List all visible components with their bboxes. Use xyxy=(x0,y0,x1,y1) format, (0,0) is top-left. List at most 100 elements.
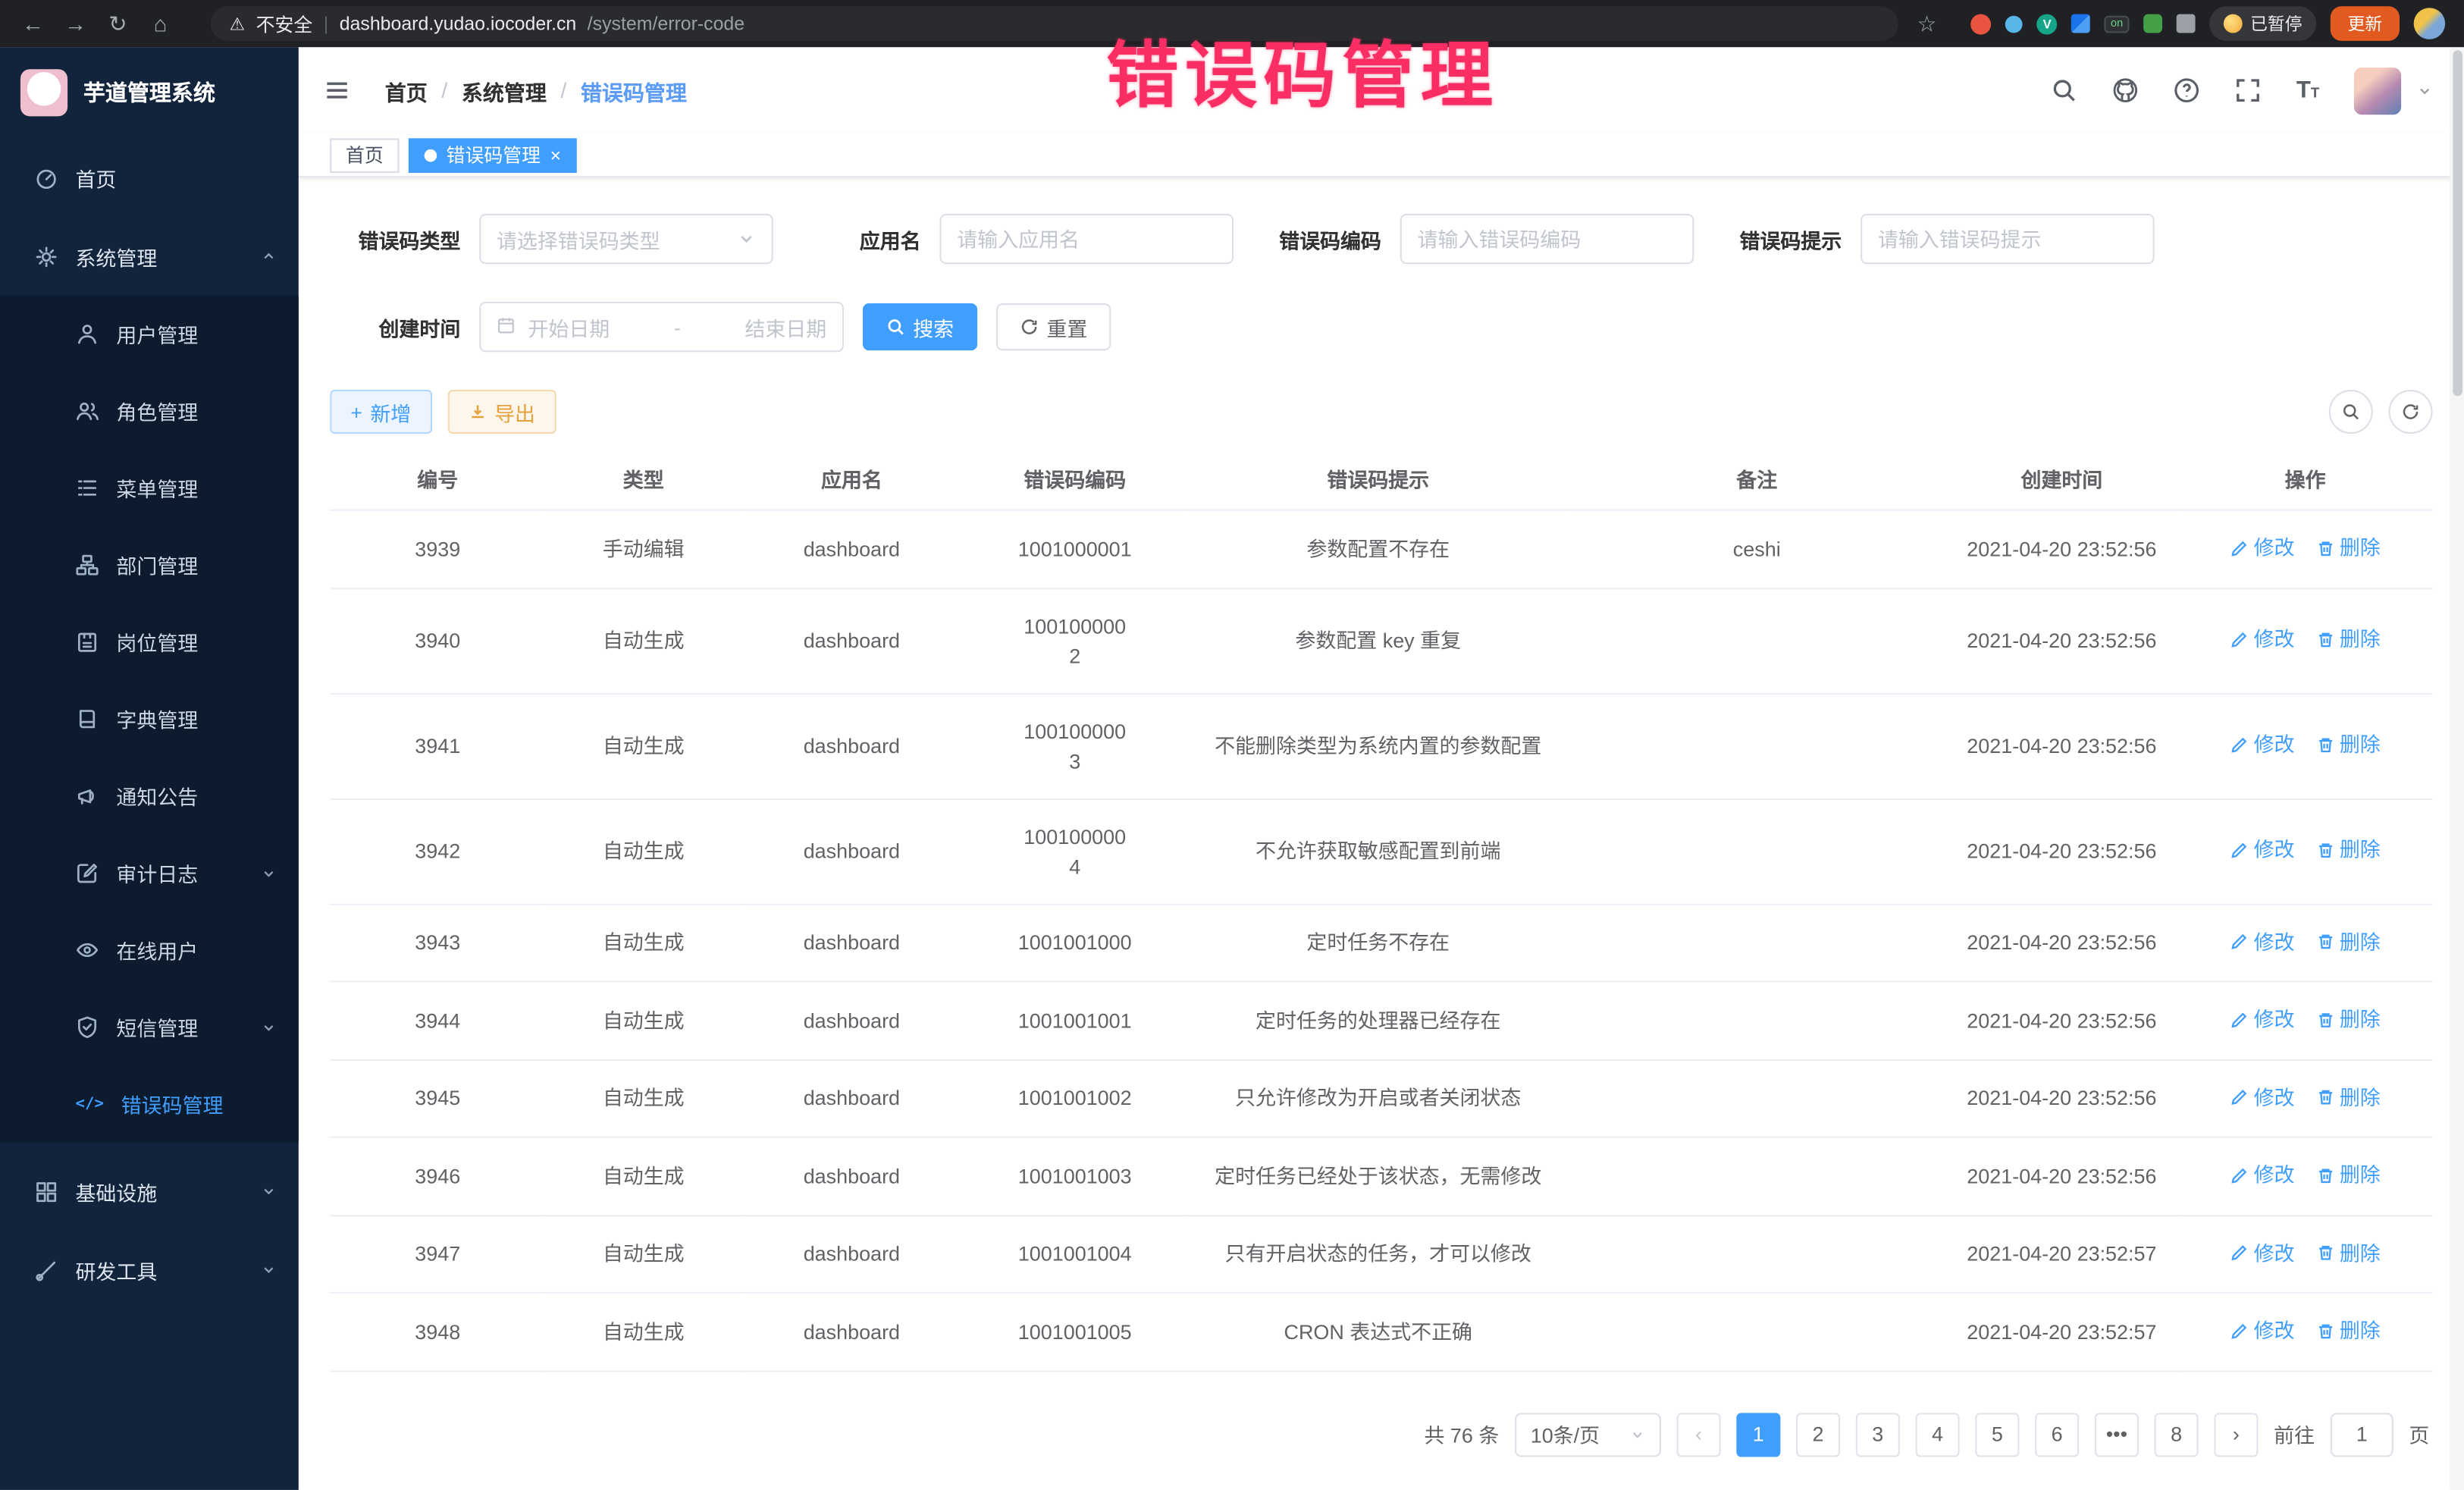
tab-error-codes[interactable]: 错误码管理 × xyxy=(409,137,577,172)
sidebar-item-dictionary[interactable]: 字典管理 xyxy=(0,680,299,758)
font-size-icon[interactable]: TT xyxy=(2296,77,2319,104)
browser-forward-icon[interactable]: → xyxy=(61,0,89,47)
sidebar-item-system[interactable]: 系统管理 xyxy=(0,217,299,296)
page-size-select[interactable]: 10条/页 xyxy=(1515,1412,1661,1456)
paused-badge[interactable]: 已暂停 xyxy=(2209,6,2316,41)
page-number-button[interactable]: 2 xyxy=(1796,1412,1840,1456)
add-button[interactable]: + 新增 xyxy=(330,390,431,434)
hamburger-icon[interactable] xyxy=(324,77,350,104)
app-name-input[interactable] xyxy=(957,227,1216,251)
show-search-toggle-button[interactable] xyxy=(2329,390,2373,434)
delete-link-label: 删除 xyxy=(2340,835,2381,864)
sidebar-item-online-users[interactable]: 在线用户 xyxy=(0,911,299,989)
extension-red-icon[interactable] xyxy=(1971,14,1992,34)
cell-operations: 修改 删除 xyxy=(2178,588,2433,693)
page-number-button[interactable]: 6 xyxy=(2035,1412,2079,1456)
help-icon[interactable] xyxy=(2174,77,2200,104)
bookmark-star-icon[interactable]: ☆ xyxy=(1913,0,1941,47)
tab-close-icon[interactable]: × xyxy=(550,146,562,165)
search-icon[interactable] xyxy=(2052,77,2078,104)
tab-home[interactable]: 首页 xyxy=(330,137,399,172)
delete-link[interactable]: 删除 xyxy=(2316,624,2381,654)
error-hint-field[interactable] xyxy=(1861,214,2155,264)
breadcrumb-home[interactable]: 首页 xyxy=(385,74,428,105)
error-code-input[interactable] xyxy=(1418,227,1677,251)
next-page-button[interactable]: › xyxy=(2214,1412,2258,1456)
column-header-ops: 操作 xyxy=(2178,453,2433,510)
edit-link[interactable]: 修改 xyxy=(2230,533,2295,563)
sidebar-item-home[interactable]: 首页 xyxy=(0,138,299,217)
extension-teal-check-icon[interactable]: V xyxy=(2037,14,2058,34)
export-button[interactable]: 导出 xyxy=(447,390,556,434)
system-submenu: 用户管理 角色管理 菜单管理 部门管理 岗位管理 字典管理 xyxy=(0,296,299,1143)
edit-link[interactable]: 修改 xyxy=(2230,1237,2295,1267)
delete-link[interactable]: 删除 xyxy=(2316,1316,2381,1345)
edit-link[interactable]: 修改 xyxy=(2230,729,2295,759)
sidebar-item-notices[interactable]: 通知公告 xyxy=(0,758,299,835)
scrollbar-thumb[interactable] xyxy=(2452,50,2461,396)
sidebar-item-audit-logs[interactable]: 审计日志 xyxy=(0,835,299,912)
app-name-field[interactable] xyxy=(939,214,1234,264)
goto-page-input[interactable] xyxy=(2331,1412,2393,1456)
extension-blue-icon[interactable] xyxy=(2005,15,2023,33)
delete-link[interactable]: 删除 xyxy=(2316,729,2381,759)
error-code-field[interactable] xyxy=(1400,214,1694,264)
extensions-puzzle-icon[interactable] xyxy=(2177,14,2196,33)
browser-update-button[interactable]: 更新 xyxy=(2331,6,2400,41)
cell-operations: 修改 删除 xyxy=(2178,693,2433,798)
edit-link[interactable]: 修改 xyxy=(2230,1004,2295,1034)
delete-link[interactable]: 删除 xyxy=(2316,533,2381,563)
sidebar-item-sms[interactable]: 短信管理 xyxy=(0,989,299,1066)
browser-profile-avatar[interactable] xyxy=(2414,8,2445,39)
browser-home-icon[interactable]: ⌂ xyxy=(146,0,174,47)
error-type-select[interactable]: 请选择错误码类型 xyxy=(479,214,773,264)
search-button[interactable]: 搜索 xyxy=(863,303,977,350)
sidebar-item-infrastructure[interactable]: 基础设施 xyxy=(0,1152,299,1231)
browser-back-icon[interactable]: ← xyxy=(19,0,47,47)
page-number-button[interactable]: 5 xyxy=(1975,1412,2019,1456)
sidebar-item-menus[interactable]: 菜单管理 xyxy=(0,450,299,527)
delete-link[interactable]: 删除 xyxy=(2316,1004,2381,1034)
avatar-caret-down-icon[interactable] xyxy=(2417,83,2433,99)
delete-link[interactable]: 删除 xyxy=(2316,1082,2381,1112)
page-number-button[interactable]: 1 xyxy=(1736,1412,1780,1456)
reset-button[interactable]: 重置 xyxy=(996,303,1111,350)
edit-link[interactable]: 修改 xyxy=(2230,927,2295,956)
app-logo[interactable]: 芋道管理系统 xyxy=(0,47,299,138)
cell-type: 自动生成 xyxy=(545,1059,741,1137)
sidebar-item-dev-tools[interactable]: 研发工具 xyxy=(0,1231,299,1310)
browser-reload-icon[interactable]: ↻ xyxy=(104,0,132,47)
delete-link[interactable]: 删除 xyxy=(2316,1160,2381,1190)
sidebar-item-users[interactable]: 用户管理 xyxy=(0,296,299,373)
sidebar-item-roles[interactable]: 角色管理 xyxy=(0,372,299,450)
user-avatar[interactable] xyxy=(2354,67,2401,114)
github-icon[interactable] xyxy=(2112,77,2139,104)
extension-proxy-on-icon[interactable]: on xyxy=(2105,15,2130,33)
date-range-picker[interactable]: 开始日期 - 结束日期 xyxy=(479,302,844,352)
sidebar-item-error-codes[interactable]: </> 错误码管理 xyxy=(0,1065,299,1143)
refresh-button[interactable] xyxy=(2389,390,2433,434)
edit-link[interactable]: 修改 xyxy=(2230,1160,2295,1190)
page-number-button[interactable]: ••• xyxy=(2095,1412,2139,1456)
delete-link[interactable]: 删除 xyxy=(2316,927,2381,956)
sidebar-item-posts[interactable]: 岗位管理 xyxy=(0,604,299,681)
page-scrollbar[interactable] xyxy=(2450,47,2464,1490)
delete-link[interactable]: 删除 xyxy=(2316,1237,2381,1267)
fullscreen-icon[interactable] xyxy=(2235,77,2262,104)
extension-grid-icon[interactable] xyxy=(2071,14,2090,33)
tab-label: 首页 xyxy=(346,142,384,168)
edit-link[interactable]: 修改 xyxy=(2230,624,2295,654)
sidebar-item-departments[interactable]: 部门管理 xyxy=(0,526,299,604)
extension-green-icon[interactable] xyxy=(2143,14,2162,33)
edit-link[interactable]: 修改 xyxy=(2230,835,2295,864)
edit-link[interactable]: 修改 xyxy=(2230,1316,2295,1345)
page-number-button[interactable]: 8 xyxy=(2155,1412,2199,1456)
error-hint-input[interactable] xyxy=(1878,227,2137,251)
prev-page-button[interactable]: ‹ xyxy=(1677,1412,1721,1456)
page-number-button[interactable]: 4 xyxy=(1916,1412,1960,1456)
address-bar[interactable]: ⚠ 不安全 | dashboard.yudao.iocoder.cn/syste… xyxy=(211,6,1899,41)
delete-link[interactable]: 删除 xyxy=(2316,835,2381,864)
edit-link[interactable]: 修改 xyxy=(2230,1082,2295,1112)
page-number-button[interactable]: 3 xyxy=(1856,1412,1900,1456)
breadcrumb-system[interactable]: 系统管理 xyxy=(462,74,547,105)
